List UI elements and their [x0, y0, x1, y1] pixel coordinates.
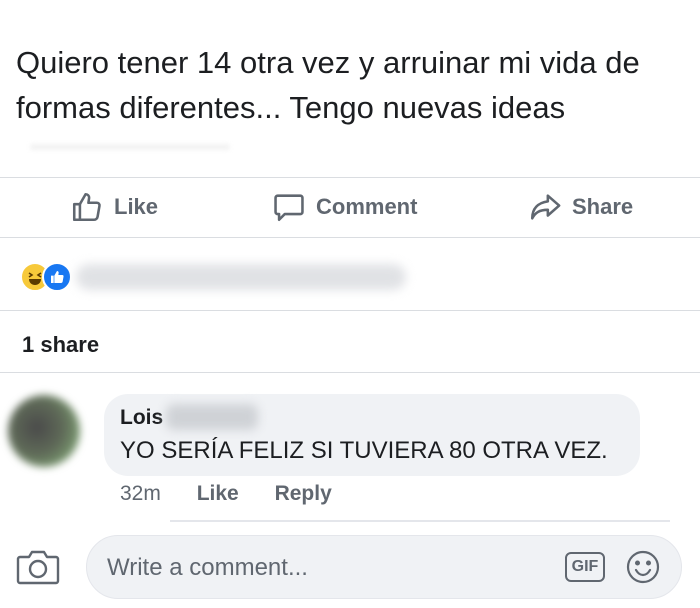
- divider: [0, 237, 700, 238]
- comment-timestamp[interactable]: 32m: [120, 482, 161, 505]
- like-reaction-icon: [42, 262, 72, 292]
- comment-label: Comment: [316, 194, 418, 219]
- comment-input-placeholder: Write a comment...: [107, 554, 308, 581]
- post-action-bar: Like Comment Share: [0, 178, 700, 236]
- comment-author[interactable]: Lois: [120, 406, 163, 430]
- thumbs-up-icon: [72, 192, 101, 222]
- avatar[interactable]: [8, 395, 80, 467]
- comment-bubble: Lois YO SERÍA FELIZ SI TUVIERA 80 OTRA V…: [104, 394, 640, 476]
- divider: [0, 310, 700, 311]
- comment-like-link[interactable]: Like: [197, 482, 239, 505]
- share-button[interactable]: Share: [528, 178, 633, 236]
- comment-text: YO SERÍA FELIZ SI TUVIERA 80 OTRA VEZ.: [120, 437, 608, 464]
- comment-button[interactable]: Comment: [272, 178, 417, 236]
- comment-input[interactable]: Write a comment... GIF: [86, 535, 682, 599]
- post-text: Quiero tener 14 otra vez y arruinar mi v…: [16, 45, 640, 125]
- divider: [0, 372, 700, 373]
- smiley-icon[interactable]: [625, 549, 661, 585]
- post-faint-line: [30, 144, 230, 150]
- comment-reply-link[interactable]: Reply: [275, 482, 332, 505]
- comment-meta: 32m Like Reply: [120, 482, 362, 506]
- like-label: Like: [114, 194, 159, 219]
- camera-icon[interactable]: [16, 547, 60, 592]
- redacted-author-surname: [166, 404, 258, 430]
- gif-icon[interactable]: GIF: [565, 552, 605, 582]
- share-count[interactable]: 1 share: [22, 332, 99, 358]
- share-arrow-icon: [530, 194, 561, 220]
- comment-bubble-icon: [274, 194, 304, 222]
- redacted-reactor-names: [76, 264, 406, 290]
- divider: [170, 520, 670, 522]
- share-label: Share: [572, 194, 634, 219]
- like-button[interactable]: Like: [70, 178, 158, 236]
- reaction-summary[interactable]: [20, 258, 420, 298]
